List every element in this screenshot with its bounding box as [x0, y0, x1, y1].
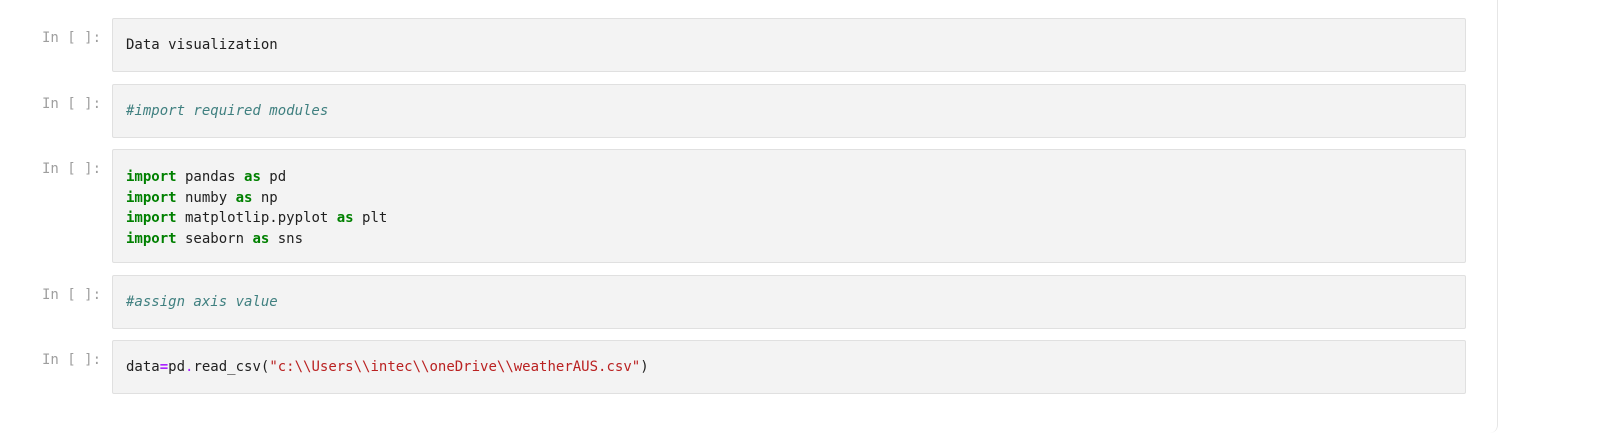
keyword-import: import [126, 210, 177, 226]
cell-prompt: In [ ]: [42, 287, 102, 303]
keyword-import: import [126, 169, 177, 185]
code-line: import pandas as pd [126, 167, 1452, 188]
cell-input[interactable]: #assign axis value [112, 275, 1466, 329]
close-paren: ) [640, 359, 649, 375]
module-name: numby [176, 189, 236, 206]
keyword-as: as [235, 189, 253, 206]
keyword-as: as [252, 230, 270, 247]
code-line: import numby as np [126, 188, 1452, 209]
variable-name: data [126, 359, 160, 375]
code-line: data=pd.read_csv("c:\\Users\\intec\\oneD… [126, 357, 1452, 378]
assign-operator: = [159, 359, 169, 375]
module-alias: np [252, 189, 278, 206]
module-name: pandas [176, 169, 245, 185]
cell-text: Data visualization [126, 37, 278, 53]
keyword-as: as [336, 210, 354, 226]
cell-input[interactable]: Data visualization [112, 18, 1466, 72]
module-alias: plt [353, 210, 388, 226]
code-line: import seaborn as sns [126, 229, 1452, 250]
notebook: In [ ]: Data visualization In [ ]: #impo… [0, 0, 1618, 435]
code-line: import matplotlip.pyplot as plt [126, 208, 1452, 229]
function-call: read_csv( [193, 359, 270, 375]
module-alias: pd [260, 169, 287, 185]
object-name: pd [168, 359, 186, 375]
module-alias: sns [269, 230, 304, 247]
module-name: seaborn [176, 230, 253, 247]
cell-input[interactable]: import pandas as pd import numby as np i… [112, 149, 1466, 263]
cell-prompt: In [ ]: [42, 352, 102, 368]
cell-input[interactable]: data=pd.read_csv("c:\\Users\\intec\\oneD… [112, 340, 1466, 394]
cell-input[interactable]: #import required modules [112, 84, 1466, 138]
keyword-as: as [244, 169, 261, 185]
code-comment: #assign axis value [126, 294, 278, 310]
keyword-import: import [126, 230, 177, 247]
cell-prompt: In [ ]: [42, 30, 102, 46]
cell-prompt: In [ ]: [42, 161, 102, 177]
module-name: matplotlip.pyplot [176, 210, 337, 226]
keyword-import: import [126, 189, 177, 206]
string-literal: "c:\\Users\\intec\\oneDrive\\weatherAUS.… [269, 359, 641, 375]
code-comment: #import required modules [126, 103, 329, 119]
cell-prompt: In [ ]: [42, 96, 102, 112]
